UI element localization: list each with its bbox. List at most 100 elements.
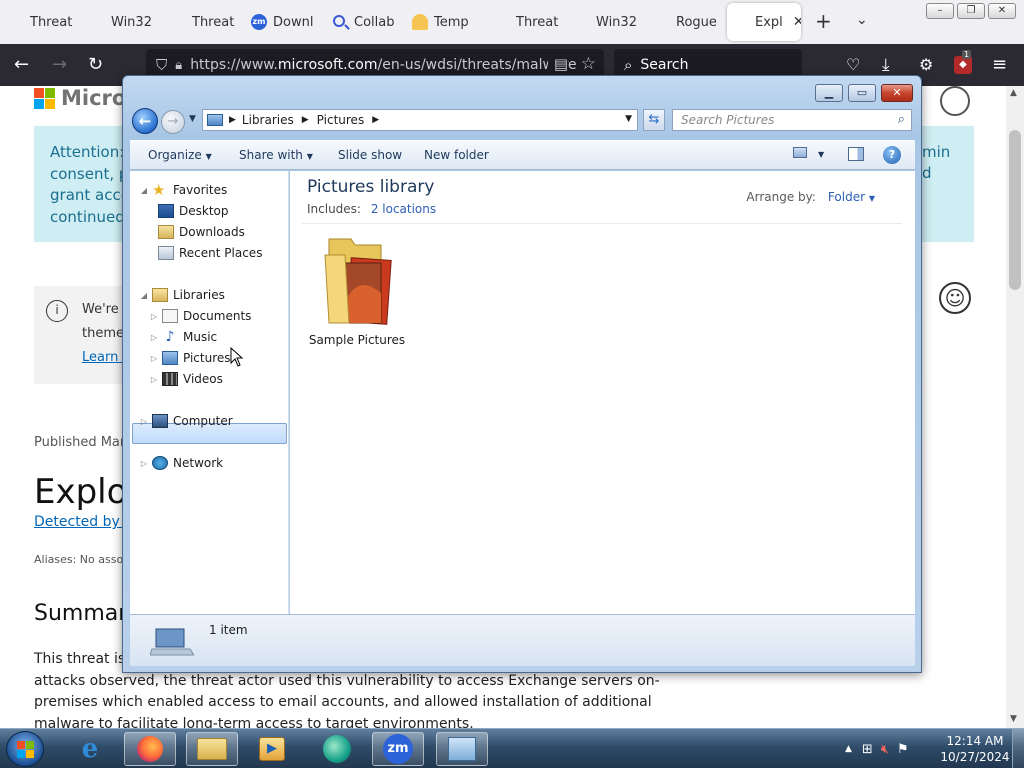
explorer-search-input[interactable]: Search Pictures ⌕ [672,109,912,131]
downloads-icon[interactable]: ⤓ [882,54,890,76]
breadcrumb-pictures[interactable]: Pictures [317,113,365,127]
taskbar-network-app[interactable] [436,732,488,766]
breadcrumb-separator-icon[interactable]: ▶ [302,115,309,125]
recent-pages-chevron-icon[interactable]: ▼ [189,114,196,124]
nav-favorites[interactable]: ◢ ★ Favorites [138,180,227,200]
browser-tab[interactable]: Threat [494,3,562,41]
address-bar[interactable]: ▶ Libraries ▶ Pictures ▶ ▼ [202,109,638,131]
nav-computer[interactable]: ▷ Computer [138,411,233,431]
nav-desktop[interactable]: Desktop [156,201,229,221]
extensions-icon[interactable]: ⚙ [919,54,933,76]
shield-icon[interactable]: ⛉ [156,56,167,74]
clock[interactable]: 12:14 AM 10/27/2024 [940,733,1010,765]
scrollbar-thumb[interactable] [1009,130,1021,290]
browser-tab[interactable]: zm Downl [251,3,319,41]
browser-tab[interactable]: Win32 [574,3,642,41]
new-folder-button[interactable]: New folder [424,148,489,162]
url-domain: microsoft.com [277,57,378,73]
taskbar-app[interactable] [311,732,363,766]
browser-tab[interactable]: Win32 [89,3,157,41]
expanded-arrow-icon[interactable]: ◢ [138,186,150,195]
pocket-icon[interactable]: ♡ [846,54,860,76]
account-icon[interactable] [940,86,970,116]
folder-item[interactable]: Sample Pictures [307,233,407,347]
taskbar-zoom[interactable]: zm [372,732,424,766]
nav-documents[interactable]: ▷ Documents [148,306,251,326]
view-options-chevron-icon[interactable]: ▼ [818,150,824,159]
help-icon[interactable]: ? [883,146,901,164]
address-dropdown-icon[interactable]: ▼ [625,114,632,124]
scroll-up-icon[interactable]: ▲ [1010,88,1017,98]
share-with-button[interactable]: Share with ▼ [239,148,313,162]
collapsed-arrow-icon[interactable]: ▷ [148,354,160,363]
nav-label: Libraries [173,288,225,302]
change-view-icon[interactable] [793,147,807,158]
back-icon[interactable]: ← [14,54,29,76]
collapsed-arrow-icon[interactable]: ▷ [148,333,160,342]
collapsed-arrow-icon[interactable]: ▷ [138,459,150,468]
search-icon[interactable]: ⌕ [898,112,905,127]
browser-tab[interactable]: Rogue [654,3,722,41]
explorer-maximize-button[interactable]: ▭ [848,84,876,102]
explorer-minimize-button[interactable]: ▁ [815,84,843,102]
nav-videos[interactable]: ▷ Videos [148,369,223,389]
detected-by-link[interactable]: Detected by M [34,514,136,530]
nav-recent-places[interactable]: Recent Places [156,243,262,263]
nav-libraries[interactable]: ◢ Libraries [138,285,225,305]
nav-label: Music [183,330,218,344]
includes-locations-link[interactable]: 2 locations [371,202,436,216]
lock-icon[interactable]: 🔒︎ [175,58,182,73]
page-scrollbar[interactable]: ▲ ▼ [1006,86,1024,728]
nav-downloads[interactable]: Downloads [156,222,245,242]
nav-pictures[interactable]: ▷ Pictures [148,348,231,368]
taskbar-firefox[interactable] [124,732,176,766]
show-desktop-button[interactable] [1012,729,1024,768]
slide-show-button[interactable]: Slide show [338,148,402,162]
new-tab-button[interactable]: + [815,9,832,33]
taskbar-explorer[interactable] [186,732,238,766]
bookmark-star-icon[interactable]: ☆ [580,54,596,74]
refresh-icon[interactable]: ⇆ [643,109,665,131]
browser-tab[interactable]: Threat [170,3,238,41]
taskbar-internet-explorer[interactable]: e [64,732,116,766]
breadcrumb-libraries[interactable]: Libraries [242,113,294,127]
forward-icon[interactable]: → [161,110,185,134]
explorer-close-button[interactable]: ✕ [881,84,913,102]
close-button[interactable]: ✕ [988,3,1016,19]
network-status-icon[interactable]: ⊞ [862,742,873,757]
feedback-smiley-icon[interactable]: ☺ [939,282,971,314]
volume-muted-icon[interactable]: 🔇︎ [881,742,889,757]
list-all-tabs-icon[interactable]: ⌄ [856,12,868,28]
reader-view-icon[interactable]: ▤ [547,55,568,73]
menu-icon[interactable]: ≡ [992,54,1007,76]
collapsed-arrow-icon[interactable]: ▷ [138,417,150,426]
back-icon[interactable]: ← [132,108,158,134]
breadcrumb-separator-icon[interactable]: ▶ [229,115,236,125]
collapsed-arrow-icon[interactable]: ▷ [148,312,160,321]
documents-icon [162,309,178,323]
expanded-arrow-icon[interactable]: ◢ [138,291,150,300]
nav-network[interactable]: ▷ Network [138,453,223,473]
reload-icon[interactable]: ↻ [88,54,103,76]
browser-tab-active[interactable]: Expl ✕ [727,3,801,41]
scroll-down-icon[interactable]: ▼ [1010,714,1017,724]
browser-tab[interactable]: Temp [412,3,472,41]
show-hidden-icons-icon[interactable]: ▲ [845,744,852,754]
nav-music[interactable]: ▷ ♪ Music [148,327,217,347]
restore-button[interactable]: ❐ [957,3,985,19]
taskbar-media-player[interactable]: ▶ [246,732,298,766]
preview-pane-icon[interactable] [848,147,864,161]
nav-label: Network [173,456,224,470]
collapsed-arrow-icon[interactable]: ▷ [148,375,160,384]
action-center-flag-icon[interactable]: ⚑ [897,742,909,757]
start-button[interactable] [6,731,44,767]
breadcrumb-separator-icon[interactable]: ▶ [372,115,379,125]
close-tab-icon[interactable]: ✕ [793,14,801,30]
minimize-button[interactable]: – [926,3,954,19]
organize-button[interactable]: Organize ▼ [148,148,212,162]
browser-tab[interactable]: Threat [8,3,76,41]
arrange-by-dropdown[interactable]: Folder ▼ [828,190,875,204]
browser-tab[interactable]: Collab [332,3,400,41]
tab-label: Temp [434,14,469,30]
forward-icon[interactable]: → [52,54,67,76]
